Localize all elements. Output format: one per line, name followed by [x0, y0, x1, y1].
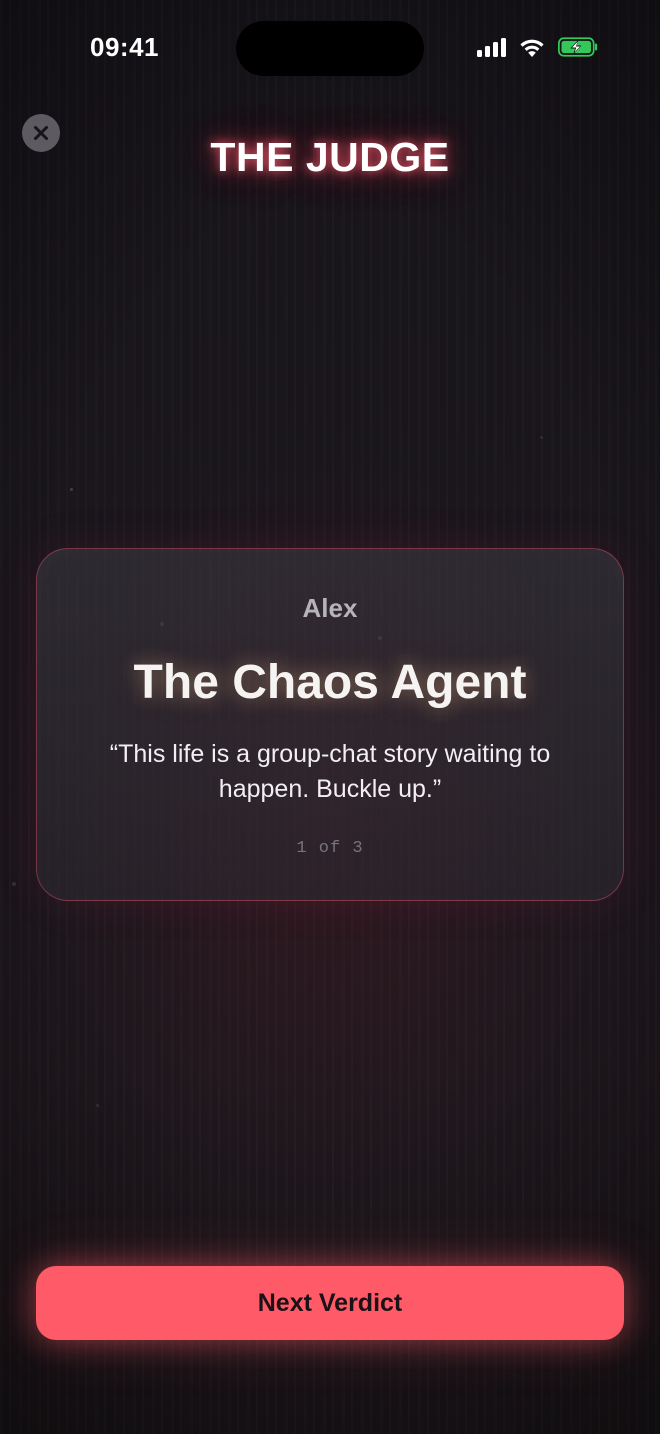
wifi-icon [520, 39, 544, 57]
particle-dot [70, 488, 73, 491]
particle-dot [540, 436, 543, 439]
screen: 09:41 THE JUDGE Alex The Chaos Agent “Th… [0, 0, 660, 1434]
dynamic-island [236, 21, 424, 76]
verdict-counter: 1 of 3 [296, 839, 364, 858]
status-time: 09:41 [90, 32, 159, 62]
verdict-card: Alex The Chaos Agent “This life is a gro… [36, 548, 624, 901]
verdict-title: The Chaos Agent [133, 656, 527, 709]
cellular-signal-icon [477, 37, 506, 57]
status-icons [477, 36, 598, 58]
app-title: THE JUDGE [210, 134, 450, 180]
next-verdict-button[interactable]: Next Verdict [36, 1266, 624, 1340]
battery-charging-icon [558, 37, 598, 57]
particle-dot [12, 882, 16, 886]
verdict-quote: “This life is a group-chat story waiting… [109, 740, 551, 803]
particle-dot [96, 1104, 99, 1107]
person-name: Alex [302, 593, 358, 623]
